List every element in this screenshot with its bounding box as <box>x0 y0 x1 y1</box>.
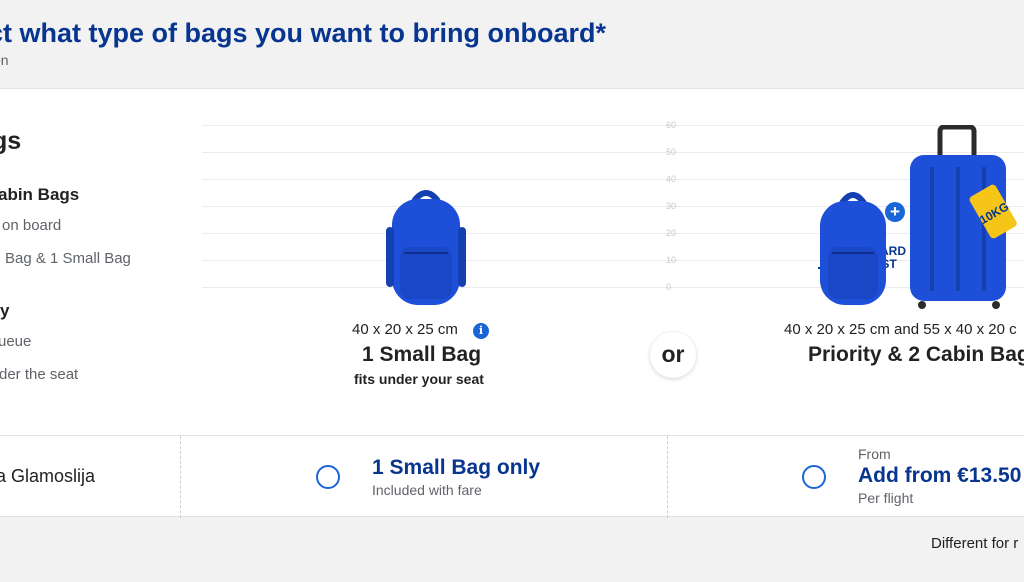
backpack-icon <box>820 192 886 305</box>
priority-option-sub: Per flight <box>858 490 914 506</box>
small-bag-option-sub: Included with fare <box>372 482 482 498</box>
backpack-icon <box>386 190 466 305</box>
feature-line: Bag & 1 Small Bag <box>5 250 131 267</box>
small-bag-note: fits under your seat <box>354 371 484 387</box>
page-title: ct what type of bags you want to bring o… <box>0 18 607 48</box>
gridline <box>202 233 1024 234</box>
small-bag-option-label[interactable]: 1 Small Bag only <box>372 456 540 480</box>
cabin-suitcase-icon: 10KG <box>910 125 1017 309</box>
bag-comparison-card: gs abin Bags on board Bag & 1 Small Bag … <box>0 88 1024 435</box>
footer-note: Different for r <box>931 535 1019 552</box>
scale-tick-label: 30 <box>666 201 677 211</box>
priority-dimensions: 40 x 20 x 25 cm and 55 x 40 x 20 c <box>784 321 1017 338</box>
priority-option-label[interactable]: Add from €13.50 <box>858 464 1021 488</box>
feature-line: on board <box>2 217 62 234</box>
feature-line: der the seat <box>0 366 79 383</box>
gridline <box>202 287 1024 288</box>
feature-group-title-cabin: abin Bags <box>0 185 80 204</box>
feature-list-heading: gs <box>0 127 22 155</box>
priority-title: Priority & 2 Cabin Bag <box>808 343 1024 366</box>
scale-tick-label: 40 <box>666 174 677 184</box>
scale-tick-label: 0 <box>666 282 672 292</box>
scale-tick-label: 50 <box>666 147 677 157</box>
page-header: ct what type of bags you want to bring o… <box>0 0 1024 88</box>
small-bag-radio[interactable] <box>316 465 340 489</box>
feature-list: gs abin Bags on board Bag & 1 Small Bag … <box>0 89 200 435</box>
feature-group-title-priority: y <box>0 301 10 320</box>
or-divider-badge: or <box>650 332 696 378</box>
passenger-name: a Glamoslija <box>0 466 96 486</box>
scale-tick-label: 10 <box>666 255 677 265</box>
scale-tick-label: 20 <box>666 228 677 238</box>
divider <box>667 436 668 518</box>
plus-icon: + <box>885 202 905 222</box>
gridline <box>202 179 1024 180</box>
priority-radio[interactable] <box>802 465 826 489</box>
small-bag-dimensions: 40 x 20 x 25 cm <box>352 321 458 338</box>
divider <box>180 436 181 518</box>
feature-line: ueue <box>0 333 32 350</box>
page-subtitle: on <box>0 52 9 68</box>
gridline <box>202 152 1024 153</box>
priority-from-label: From <box>858 446 891 462</box>
bag-selection-row: a Glamoslija 1 Small Bag only Included w… <box>0 435 1024 518</box>
info-icon[interactable]: i <box>473 323 489 339</box>
scale-tick-label: 60 <box>666 120 677 130</box>
small-bag-title: 1 Small Bag <box>362 343 482 366</box>
gridline <box>202 125 1024 126</box>
